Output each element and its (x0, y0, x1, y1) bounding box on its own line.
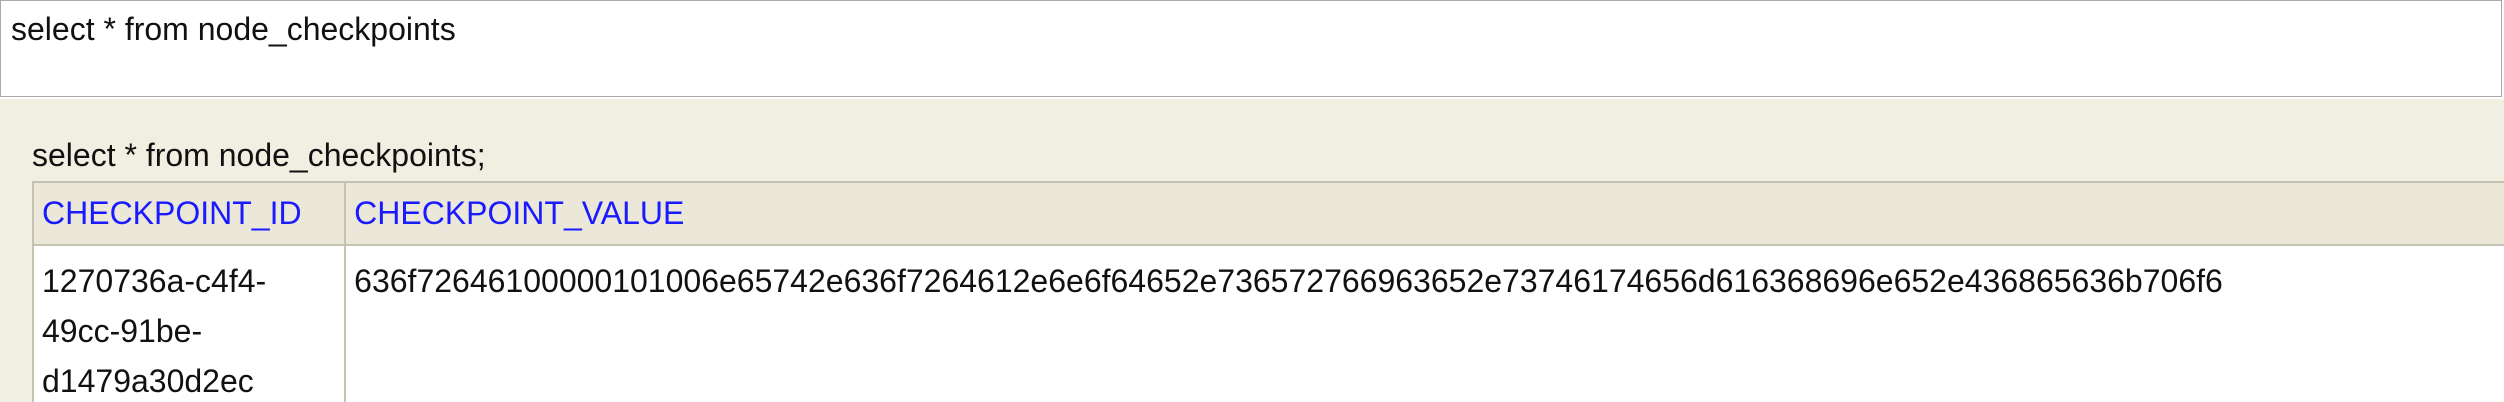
result-table-header: CHECKPOINT_ID CHECKPOINT_VALUE (31, 181, 2504, 246)
sql-query-editor[interactable]: select * from node_checkpoints (0, 0, 2502, 97)
cell-checkpoint-value: 636f72646100000101006e65742e636f7264612e… (344, 244, 2504, 402)
checkpoint-id-line: d1479a30d2ec (42, 363, 254, 399)
results-panel: select * from node_checkpoints; CHECKPOI… (0, 99, 2504, 402)
cell-checkpoint-id: 1270736a-c4f4- 49cc-91be- d1479a30d2ec (31, 244, 347, 402)
table-row: 1270736a-c4f4- 49cc-91be- d1479a30d2ec 6… (31, 244, 2504, 402)
executed-statement: select * from node_checkpoints; (32, 137, 486, 173)
column-header-checkpoint-value[interactable]: CHECKPOINT_VALUE (344, 181, 2504, 246)
result-table: CHECKPOINT_ID CHECKPOINT_VALUE 1270736a-… (31, 181, 2504, 402)
header-row: CHECKPOINT_ID CHECKPOINT_VALUE (31, 181, 2504, 246)
checkpoint-id-line: 1270736a-c4f4- (42, 263, 267, 299)
checkpoint-id-line: 49cc-91be- (42, 313, 203, 349)
column-header-checkpoint-id[interactable]: CHECKPOINT_ID (31, 181, 347, 246)
result-table-body: 1270736a-c4f4- 49cc-91be- d1479a30d2ec 6… (31, 244, 2504, 402)
